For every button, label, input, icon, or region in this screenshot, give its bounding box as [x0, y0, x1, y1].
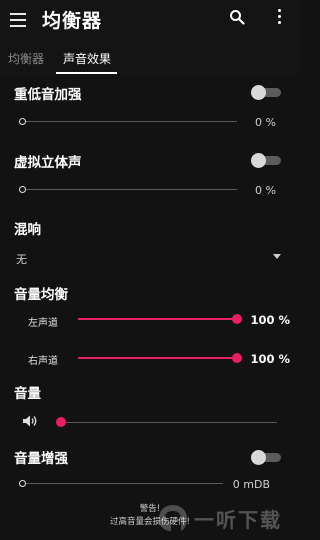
left-channel-label: 左声道: [28, 318, 58, 329]
reverb-title: 混响: [14, 222, 41, 238]
bass-boost-slider[interactable]: [19, 118, 237, 126]
right-channel-slider-thumb[interactable]: [232, 353, 242, 363]
tab-sound-effects[interactable]: 声音效果: [63, 50, 111, 67]
watermark: 一听下载: [148, 498, 300, 538]
loudness-slider[interactable]: [19, 480, 223, 488]
loudness-toggle[interactable]: [251, 450, 281, 465]
balance-title: 音量均衡: [14, 287, 68, 303]
virtualizer-slider-thumb[interactable]: [19, 186, 26, 193]
left-channel-value: 100 %: [250, 313, 290, 327]
left-channel-slider[interactable]: [78, 314, 242, 324]
hamburger-menu-icon[interactable]: [10, 13, 26, 27]
watermark-logo-icon: [159, 505, 187, 531]
tab-bar: 均衡器 声音效果: [0, 42, 300, 74]
virtualizer-title: 虚拟立体声: [14, 155, 82, 171]
virtualizer-value: 0 %: [255, 184, 276, 197]
right-channel-slider[interactable]: [78, 353, 242, 363]
loudness-title: 音量增强: [14, 451, 68, 467]
bass-boost-title: 重低音加强: [14, 87, 82, 103]
volume-slider[interactable]: [56, 417, 277, 427]
right-channel-label: 右声道: [28, 356, 58, 367]
reverb-dropdown[interactable]: 无: [16, 251, 27, 267]
bass-boost-toggle[interactable]: [251, 85, 281, 100]
volume-title: 音量: [14, 386, 41, 402]
volume-slider-thumb[interactable]: [56, 417, 66, 427]
dropdown-arrow-icon[interactable]: [273, 254, 281, 259]
bass-boost-value: 0 %: [255, 116, 276, 129]
virtualizer-toggle[interactable]: [251, 153, 281, 168]
more-vert-icon[interactable]: [274, 9, 284, 27]
tab-equalizer[interactable]: 均衡器: [8, 50, 44, 67]
tab-indicator: [56, 72, 117, 74]
loudness-slider-thumb[interactable]: [19, 480, 26, 487]
right-channel-value: 100 %: [250, 352, 290, 366]
left-channel-fill: [78, 318, 237, 320]
watermark-text: 一听下载: [194, 508, 282, 532]
app-bar: 均衡器: [0, 0, 300, 42]
app-title: 均衡器: [42, 10, 103, 32]
left-channel-slider-thumb[interactable]: [232, 314, 242, 324]
loudness-value: 0 mDB: [232, 478, 270, 491]
right-channel-fill: [78, 357, 237, 359]
virtualizer-slider[interactable]: [19, 186, 237, 194]
bass-boost-slider-thumb[interactable]: [19, 118, 26, 125]
speaker-icon: [23, 415, 37, 427]
search-icon[interactable]: [229, 9, 245, 25]
